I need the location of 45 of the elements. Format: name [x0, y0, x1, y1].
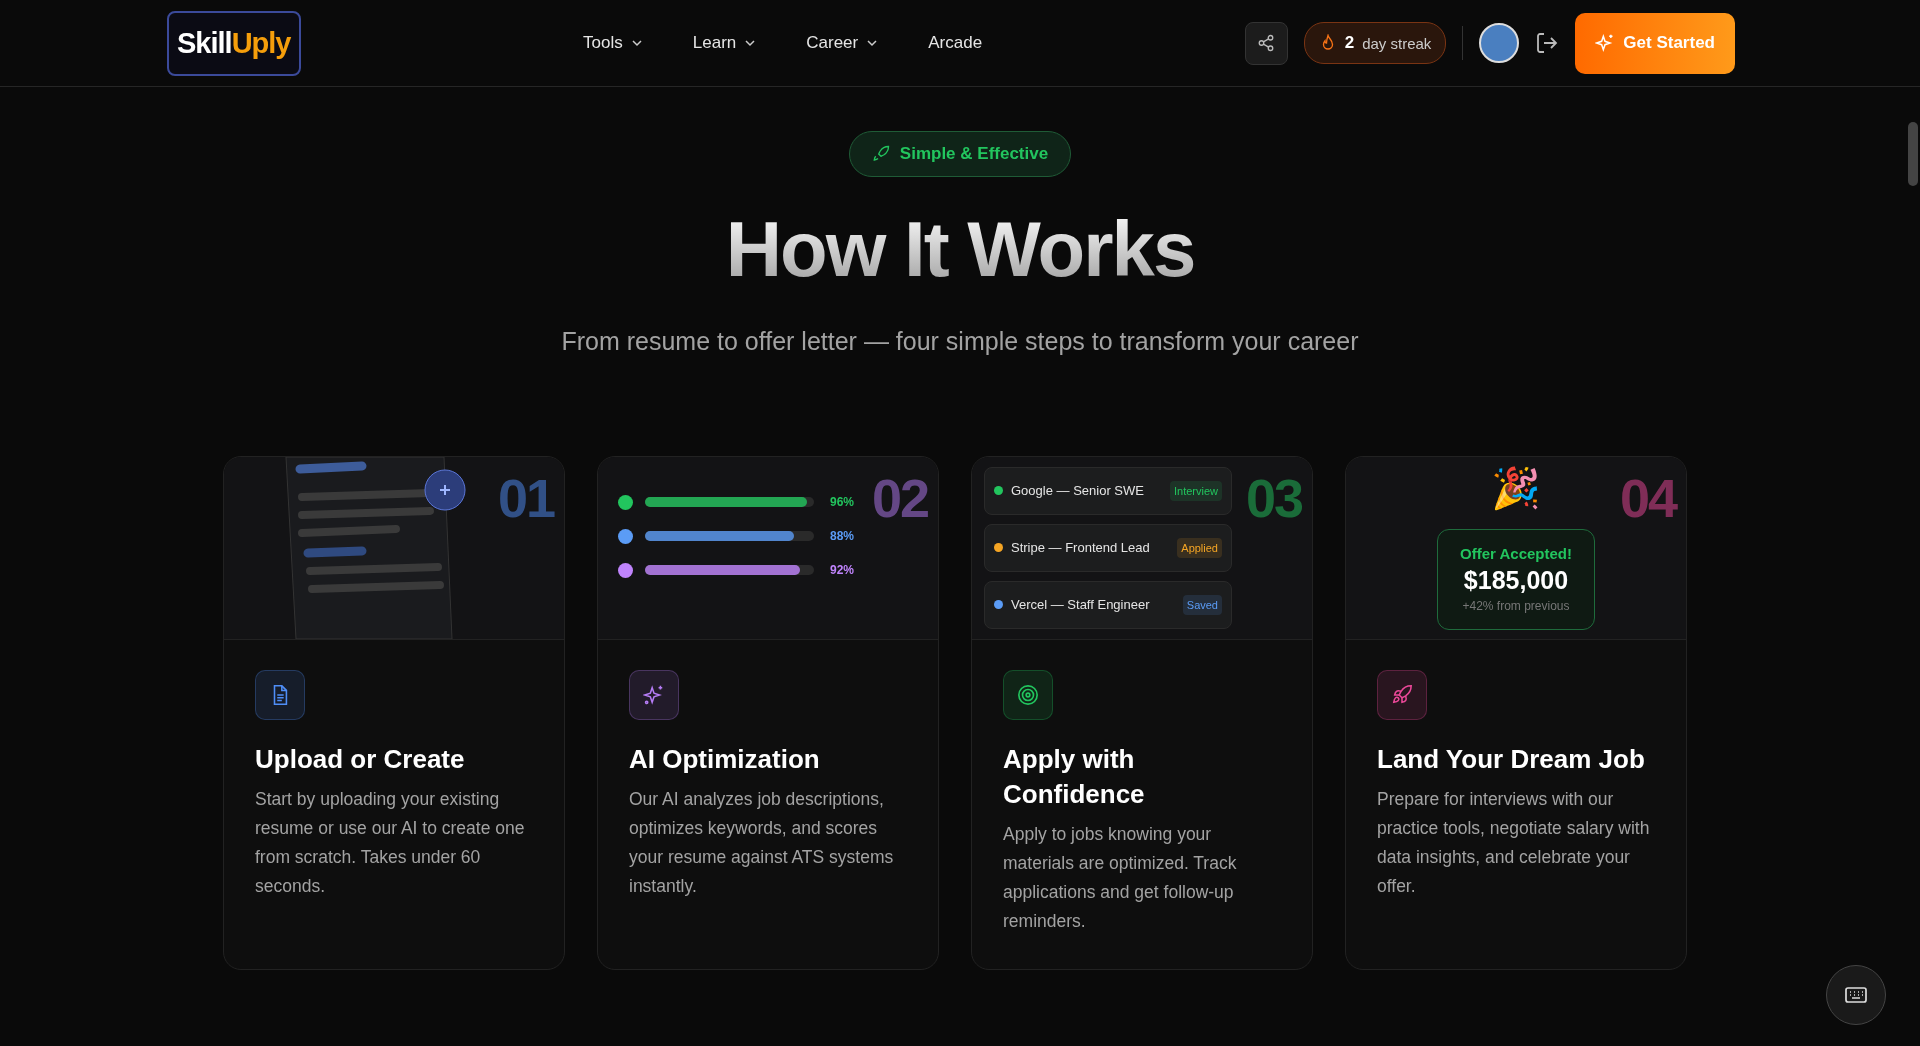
nav-link[interactable]: Learn — [686, 32, 763, 54]
step-title: Upload or Create — [255, 742, 466, 776]
step-title: AI Optimization — [629, 742, 821, 776]
step-description: Our AI analyzes job descriptions, optimizes keywords, and scores your resume against ATS systems instantly. — [629, 787, 895, 898]
step-number: 02 — [871, 470, 928, 525]
streak-badge: 2 day streak — [1303, 22, 1447, 64]
chevron-down-icon — [744, 37, 757, 49]
status-tag: Interview — [1169, 480, 1222, 501]
plus-icon — [424, 468, 466, 511]
party-popper-icon: 🎉 — [1491, 464, 1541, 512]
share-icon — [1257, 34, 1276, 52]
score-percent: 96% — [828, 495, 854, 510]
step-number: 04 — [1619, 470, 1676, 525]
nav-link[interactable]: Tools — [577, 32, 649, 54]
nav-link[interactable]: Arcade — [922, 32, 989, 54]
chevron-down-icon — [866, 37, 879, 49]
step-number: 03 — [1245, 470, 1302, 525]
step-number: 01 — [497, 470, 554, 525]
sparkle-icon — [1595, 33, 1616, 53]
offer-label: Offer Accepted! — [1460, 545, 1572, 563]
step-title: Land Your Dream Job — [1377, 742, 1646, 776]
step-description: Apply to jobs knowing your materials are optimized. Track applications and get follow-up reminders. — [1003, 823, 1238, 933]
offer-note: +42% from previous — [1462, 599, 1570, 614]
status-tag: Saved — [1182, 594, 1222, 615]
chevron-down-icon — [630, 37, 643, 49]
score-percent: 88% — [828, 529, 854, 544]
job-title: Google — Senior SWE — [1011, 483, 1144, 499]
sparkle-icon — [643, 683, 665, 706]
job-title: Vercel — Staff Engineer — [1011, 597, 1150, 613]
logo[interactable]: SkillUply — [167, 10, 301, 76]
target-icon — [1017, 683, 1039, 706]
status-tag: Applied — [1177, 537, 1222, 558]
logout-icon[interactable] — [1535, 31, 1560, 55]
scrollbar-thumb[interactable] — [1908, 122, 1918, 186]
nav-link[interactable]: Career — [800, 32, 885, 54]
section-subtitle: From resume to offer letter — four simple steps to transform your career — [561, 326, 1359, 356]
step-title: Apply with Confidence — [1003, 742, 1146, 811]
step-description: Start by uploading your existing resume or use our AI to create one from scratch. Takes under 60 seconds. — [255, 787, 526, 898]
offer-amount: $185,000 — [1463, 566, 1569, 596]
share-button[interactable] — [1244, 21, 1288, 65]
score-percent: 92% — [828, 563, 854, 578]
step-description: Prepare for interviews with our practice tools, negotiate salary with data insights, and celebrate your offer. — [1377, 787, 1651, 898]
avatar[interactable] — [1479, 23, 1520, 63]
section-badge: Simple & Effective — [848, 131, 1072, 177]
job-title: Stripe — Frontend Lead — [1011, 540, 1150, 556]
